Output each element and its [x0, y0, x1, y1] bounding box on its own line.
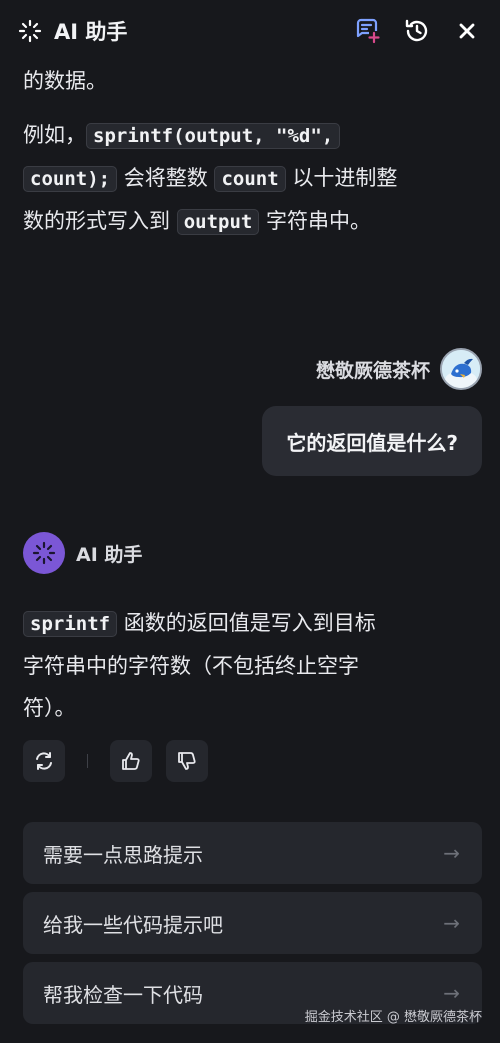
- message-text: 例如，: [23, 123, 86, 147]
- close-icon: [459, 23, 475, 39]
- message-text: 符）。: [23, 696, 76, 720]
- suggestion-label: 帮我检查一下代码: [43, 982, 203, 1007]
- new-chat-icon: [356, 18, 380, 44]
- watermark: 掘金技术社区 @ 懋敬厥德茶杯: [304, 1010, 482, 1025]
- avatar-image-icon: [442, 350, 480, 388]
- message-text: 会将整数: [123, 166, 208, 190]
- user-message-bubble: 它的返回值是什么?: [262, 406, 482, 476]
- history-icon: [405, 19, 428, 42]
- message-text: 数的形式写入到: [23, 209, 170, 233]
- sparkle-logo-icon: [18, 19, 42, 43]
- message-actions: [23, 740, 208, 782]
- message-text: 函数的返回值是写入到目标: [123, 611, 376, 635]
- like-button[interactable]: [110, 740, 152, 782]
- assistant-message-prev: 的数据。 例如， sprintf(output, "%d", count); 会将…: [23, 60, 443, 243]
- inline-code: sprintf: [23, 611, 118, 637]
- assistant-message: sprintf 函数的返回值是写入到目标 字符串中的字符数（不包括终止空字 符）…: [23, 602, 443, 729]
- divider: [87, 754, 88, 768]
- assistant-name: AI 助手: [76, 543, 143, 566]
- message-line: 的数据。: [23, 69, 107, 93]
- arrow-right-icon: →: [443, 841, 460, 865]
- inline-code: count: [214, 166, 286, 192]
- message-text: 字符串中的字符数（不包括终止空字: [23, 654, 359, 678]
- assistant-header: AI 助手: [23, 532, 142, 574]
- new-chat-button[interactable]: [352, 16, 382, 46]
- avatar[interactable]: [440, 348, 482, 390]
- thumbs-up-icon: [122, 752, 140, 770]
- inline-code: output: [176, 209, 260, 235]
- regenerate-button[interactable]: [23, 740, 65, 782]
- inline-code: sprintf(output, "%d",: [86, 123, 341, 149]
- user-header: 懋敬厥德茶杯: [316, 348, 482, 390]
- user-name: 懋敬厥德茶杯: [315, 359, 430, 382]
- message-text: 以十进制整: [292, 166, 398, 190]
- thumbs-down-icon: [178, 752, 196, 770]
- assistant-avatar: [23, 532, 65, 574]
- suggestion-label: 需要一点思路提示: [43, 842, 203, 867]
- suggestion-hint[interactable]: 需要一点思路提示 →: [23, 822, 482, 884]
- close-button[interactable]: [452, 16, 482, 46]
- arrow-right-icon: →: [443, 981, 460, 1005]
- message-text: 字符串中。: [266, 209, 372, 233]
- message-paragraph: 例如， sprintf(output, "%d", count); 会将整数 co…: [23, 114, 443, 243]
- dislike-button[interactable]: [166, 740, 208, 782]
- app-title: AI 助手: [54, 20, 128, 44]
- suggestion-label: 给我一些代码提示吧: [43, 912, 223, 937]
- history-button[interactable]: [402, 16, 432, 46]
- header-bar: AI 助手: [0, 0, 500, 62]
- inline-code: count);: [23, 166, 118, 192]
- sparkle-icon: [32, 541, 56, 565]
- suggestion-code-hint[interactable]: 给我一些代码提示吧 →: [23, 892, 482, 954]
- regenerate-icon: [36, 752, 52, 770]
- arrow-right-icon: →: [443, 911, 460, 935]
- user-message-text: 它的返回值是什么?: [286, 430, 458, 455]
